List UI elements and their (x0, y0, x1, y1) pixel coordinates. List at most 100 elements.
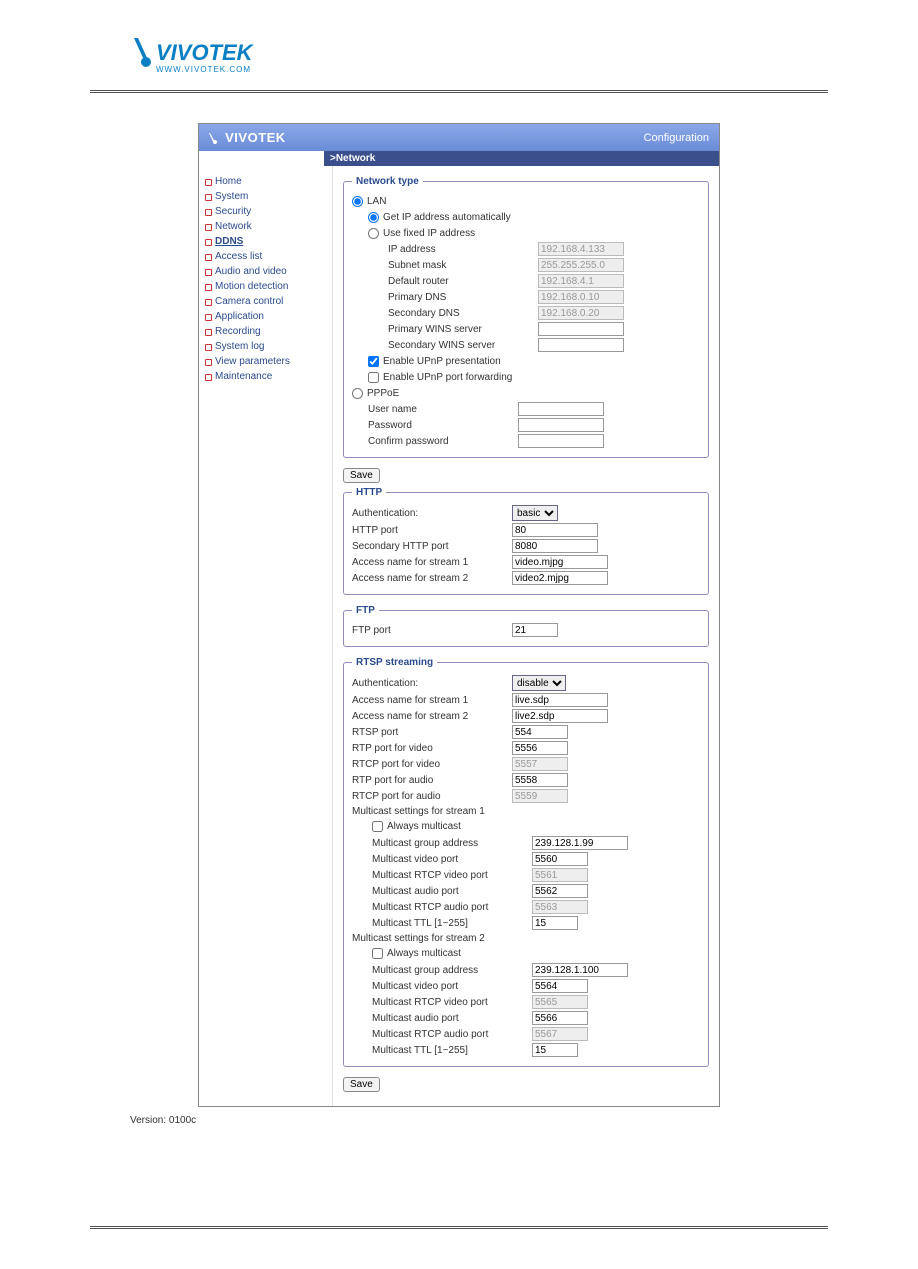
mttl1-input[interactable] (532, 916, 578, 930)
pdns-label: Primary DNS (352, 292, 538, 303)
network-type-fieldset: Network type LAN Get IP address automati… (343, 176, 709, 458)
upnp-port-label: Enable UPnP port forwarding (383, 372, 512, 383)
pass-input[interactable] (518, 418, 604, 432)
sidebar-item-system-log[interactable]: System log (203, 339, 328, 354)
ms1-header: Multicast settings for stream 1 (352, 806, 700, 817)
http-an1-input[interactable] (512, 555, 608, 569)
pass-label: Password (352, 420, 518, 431)
upnp-pres-checkbox[interactable] (368, 356, 379, 367)
get-ip-radio[interactable] (368, 212, 379, 223)
upnp-pres-label: Enable UPnP presentation (383, 356, 501, 367)
http-an2-input[interactable] (512, 571, 608, 585)
rtsp-an1-input[interactable] (512, 693, 608, 707)
map1-input[interactable] (532, 884, 588, 898)
mga1-input[interactable] (532, 836, 628, 850)
pwins-input[interactable] (538, 322, 624, 336)
http-fieldset: HTTP Authentication:basic HTTP port Seco… (343, 487, 709, 595)
http-sport-label: Secondary HTTP port (352, 541, 512, 552)
logo-subtext: WWW.VIVOTEK.COM (156, 65, 251, 74)
user-label: User name (352, 404, 518, 415)
mrvp2-input (532, 995, 588, 1009)
ftp-legend: FTP (352, 605, 379, 616)
subnet-input (538, 258, 624, 272)
lan-radio[interactable] (352, 196, 363, 207)
fixed-ip-label: Use fixed IP address (383, 228, 475, 239)
cpass-input[interactable] (518, 434, 604, 448)
sidebar: HomeSystemSecurityNetworkDDNSAccess list… (199, 166, 333, 1106)
rtsp-auth-label: Authentication: (352, 678, 512, 689)
rtsp-an2-input[interactable] (512, 709, 608, 723)
sidebar-item-maintenance[interactable]: Maintenance (203, 369, 328, 384)
fixed-ip-radio[interactable] (368, 228, 379, 239)
ms1-always-label: Always multicast (387, 822, 461, 833)
sidebar-item-security[interactable]: Security (203, 204, 328, 219)
ftp-fieldset: FTP FTP port (343, 605, 709, 647)
mrap1-input (532, 900, 588, 914)
ms2-header: Multicast settings for stream 2 (352, 933, 700, 944)
http-an2-label: Access name for stream 2 (352, 573, 512, 584)
rtsp-legend: RTSP streaming (352, 657, 437, 668)
rtsp-port-label: RTSP port (352, 727, 512, 738)
user-input[interactable] (518, 402, 604, 416)
ms1-always-checkbox[interactable] (372, 821, 383, 832)
http-auth-select[interactable]: basic (512, 505, 558, 521)
pppoe-radio[interactable] (352, 388, 363, 399)
ip-address-input (538, 242, 624, 256)
sidebar-item-network[interactable]: Network (203, 219, 328, 234)
bottom-divider (90, 1226, 828, 1229)
rtp-a-input[interactable] (512, 773, 568, 787)
swins-input[interactable] (538, 338, 624, 352)
mrvp2-label: Multicast RTCP video port (352, 997, 532, 1008)
mvp2-input[interactable] (532, 979, 588, 993)
router-label: Default router (352, 276, 538, 287)
rtsp-port-input[interactable] (512, 725, 568, 739)
app-header: VIVOTEK Configuration (199, 124, 719, 151)
subnet-label: Subnet mask (352, 260, 538, 271)
mttl2-input[interactable] (532, 1043, 578, 1057)
upnp-port-checkbox[interactable] (368, 372, 379, 383)
http-sport-input[interactable] (512, 539, 598, 553)
http-legend: HTTP (352, 487, 386, 498)
rtcp-a-input (512, 789, 568, 803)
ftp-port-label: FTP port (352, 625, 512, 636)
ms2-always-label: Always multicast (387, 949, 461, 960)
save-button[interactable]: Save (343, 468, 380, 483)
mga2-input[interactable] (532, 963, 628, 977)
mrap2-input (532, 1027, 588, 1041)
mttl2-label: Multicast TTL [1~255] (352, 1045, 532, 1056)
mrap2-label: Multicast RTCP audio port (352, 1029, 532, 1040)
router-input (538, 274, 624, 288)
mvp1-input[interactable] (532, 852, 588, 866)
rtsp-an1-label: Access name for stream 1 (352, 695, 512, 706)
http-port-input[interactable] (512, 523, 598, 537)
sdns-label: Secondary DNS (352, 308, 538, 319)
map2-input[interactable] (532, 1011, 588, 1025)
save-button-2[interactable]: Save (343, 1077, 380, 1092)
map1-label: Multicast audio port (352, 886, 532, 897)
sidebar-item-camera-control[interactable]: Camera control (203, 294, 328, 309)
sidebar-item-audio-and-video[interactable]: Audio and video (203, 264, 328, 279)
rtp-v-input[interactable] (512, 741, 568, 755)
rtsp-auth-select[interactable]: disable (512, 675, 566, 691)
sdns-input (538, 306, 624, 320)
ftp-port-input[interactable] (512, 623, 558, 637)
cpass-label: Confirm password (352, 436, 518, 447)
mrvp1-label: Multicast RTCP video port (352, 870, 532, 881)
sidebar-item-view-parameters[interactable]: View parameters (203, 354, 328, 369)
sidebar-item-home[interactable]: Home (203, 174, 328, 189)
vivotek-logo: VIVOTEK WWW.VIVOTEK.COM (130, 30, 918, 80)
http-auth-label: Authentication: (352, 508, 512, 519)
network-type-legend: Network type (352, 176, 423, 187)
main-panel: Network type LAN Get IP address automati… (333, 166, 719, 1106)
sidebar-item-access-list[interactable]: Access list (203, 249, 328, 264)
sidebar-item-application[interactable]: Application (203, 309, 328, 324)
sidebar-item-motion-detection[interactable]: Motion detection (203, 279, 328, 294)
config-window: VIVOTEK Configuration >Network HomeSyste… (198, 123, 720, 1107)
sidebar-item-ddns[interactable]: DDNS (203, 234, 328, 249)
sidebar-item-recording[interactable]: Recording (203, 324, 328, 339)
map2-label: Multicast audio port (352, 1013, 532, 1024)
ms2-always-checkbox[interactable] (372, 948, 383, 959)
lan-label: LAN (367, 196, 386, 207)
http-an1-label: Access name for stream 1 (352, 557, 512, 568)
sidebar-item-system[interactable]: System (203, 189, 328, 204)
